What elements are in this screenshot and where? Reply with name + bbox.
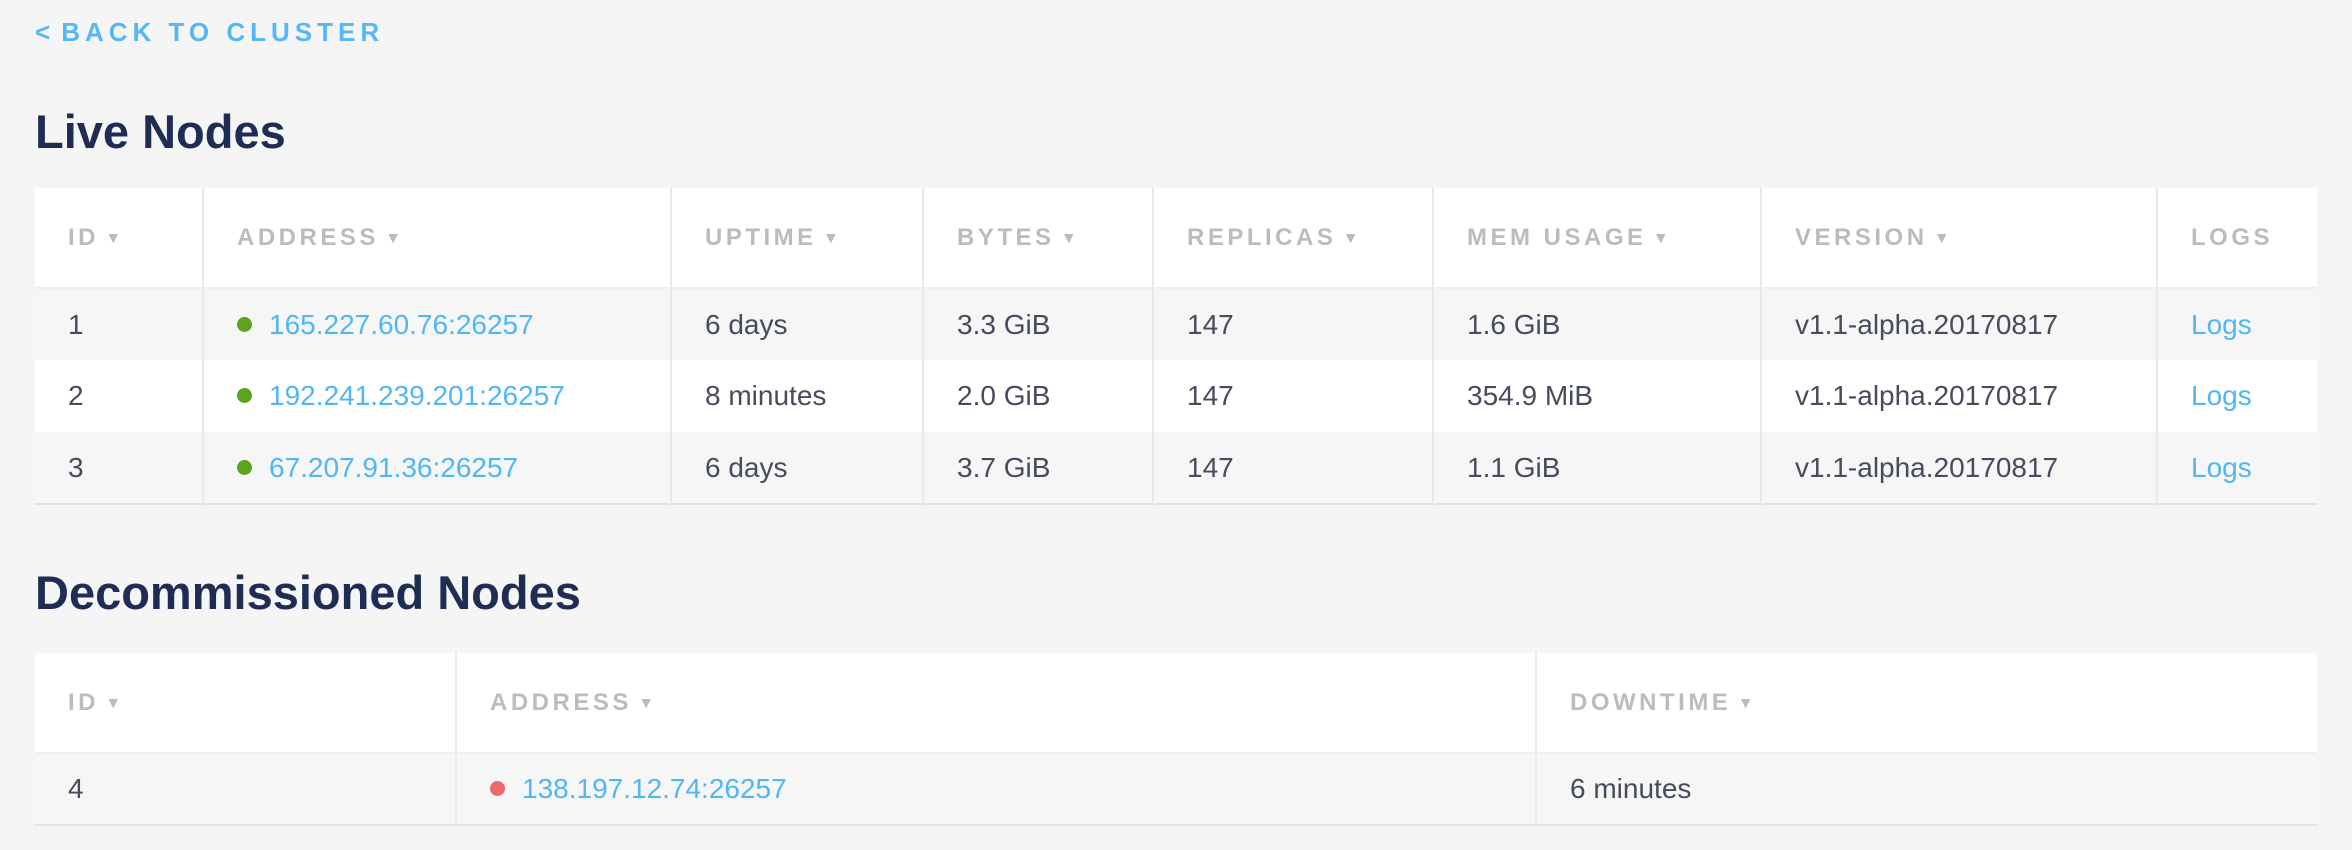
live-nodes-title: Live Nodes: [35, 104, 2317, 160]
decommissioned-nodes-title: Decommissioned Nodes: [35, 565, 2317, 621]
node-address-cell: 165.227.60.76:26257: [203, 288, 671, 360]
node-id-cell: 4: [35, 753, 456, 825]
decommissioned-header-row: ID▾ ADDRESS▾ DOWNTIME▾: [35, 653, 2317, 753]
column-header-bytes[interactable]: BYTES▾: [923, 188, 1153, 288]
sort-arrow-icon: ▾: [1346, 228, 1358, 247]
sort-arrow-icon: ▾: [642, 693, 654, 712]
node-bytes-cell: 3.7 GiB: [923, 432, 1153, 504]
node-address-cell: 138.197.12.74:26257: [456, 753, 1536, 825]
column-header-id[interactable]: ID▾: [35, 653, 456, 753]
node-address-link[interactable]: 67.207.91.36:26257: [269, 452, 518, 483]
node-version-cell: v1.1-alpha.20170817: [1761, 288, 2157, 360]
node-logs-cell: Logs: [2157, 432, 2317, 504]
column-header-id[interactable]: ID▾: [35, 188, 203, 288]
node-uptime-cell: 6 days: [671, 432, 923, 504]
table-row: 1 165.227.60.76:26257 6 days 3.3 GiB 147…: [35, 288, 2317, 360]
node-logs-link[interactable]: Logs: [2191, 309, 2252, 340]
column-header-mem-usage[interactable]: MEM USAGE▾: [1433, 188, 1761, 288]
column-header-version[interactable]: VERSION▾: [1761, 188, 2157, 288]
node-id-cell: 3: [35, 432, 203, 504]
node-version-cell: v1.1-alpha.20170817: [1761, 360, 2157, 432]
node-bytes-cell: 3.3 GiB: [923, 288, 1153, 360]
table-row: 3 67.207.91.36:26257 6 days 3.7 GiB 147 …: [35, 432, 2317, 504]
sort-arrow-icon: ▾: [109, 693, 121, 712]
table-row: 4 138.197.12.74:26257 6 minutes: [35, 753, 2317, 825]
node-mem-usage-cell: 354.9 MiB: [1433, 360, 1761, 432]
node-bytes-cell: 2.0 GiB: [923, 360, 1153, 432]
node-address-link[interactable]: 165.227.60.76:26257: [269, 309, 534, 340]
table-row: 2 192.241.239.201:26257 8 minutes 2.0 Gi…: [35, 360, 2317, 432]
column-header-replicas[interactable]: REPLICAS▾: [1153, 188, 1433, 288]
back-arrow-icon: <: [35, 17, 55, 47]
node-address-cell: 67.207.91.36:26257: [203, 432, 671, 504]
node-uptime-cell: 8 minutes: [671, 360, 923, 432]
sort-arrow-icon: ▾: [1065, 228, 1077, 247]
node-list-page: <BACK TO CLUSTER Live Nodes ID▾ ADDRESS▾…: [0, 0, 2352, 826]
sort-arrow-icon: ▾: [827, 228, 839, 247]
live-nodes-header-row: ID▾ ADDRESS▾ UPTIME▾ BYTES▾ REPLICAS▾ ME…: [35, 188, 2317, 288]
node-healthy-status-icon: [237, 317, 252, 332]
node-version-cell: v1.1-alpha.20170817: [1761, 432, 2157, 504]
sort-arrow-icon: ▾: [389, 228, 401, 247]
node-logs-link[interactable]: Logs: [2191, 380, 2252, 411]
sort-arrow-icon: ▾: [1741, 693, 1753, 712]
node-downtime-cell: 6 minutes: [1536, 753, 2317, 825]
node-uptime-cell: 6 days: [671, 288, 923, 360]
sort-arrow-icon: ▾: [1657, 228, 1669, 247]
node-address-cell: 192.241.239.201:26257: [203, 360, 671, 432]
column-header-downtime[interactable]: DOWNTIME▾: [1536, 653, 2317, 753]
sort-arrow-icon: ▾: [1938, 228, 1950, 247]
node-address-link[interactable]: 138.197.12.74:26257: [522, 773, 787, 804]
node-replicas-cell: 147: [1153, 360, 1433, 432]
column-header-uptime[interactable]: UPTIME▾: [671, 188, 923, 288]
node-id-cell: 1: [35, 288, 203, 360]
column-header-address[interactable]: ADDRESS▾: [203, 188, 671, 288]
node-mem-usage-cell: 1.1 GiB: [1433, 432, 1761, 504]
sort-arrow-icon: ▾: [109, 228, 121, 247]
node-logs-link[interactable]: Logs: [2191, 452, 2252, 483]
node-decommissioned-status-icon: [490, 781, 505, 796]
node-replicas-cell: 147: [1153, 432, 1433, 504]
back-to-cluster-link[interactable]: <BACK TO CLUSTER: [35, 14, 384, 50]
node-healthy-status-icon: [237, 388, 252, 403]
node-logs-cell: Logs: [2157, 288, 2317, 360]
node-mem-usage-cell: 1.6 GiB: [1433, 288, 1761, 360]
node-address-link[interactable]: 192.241.239.201:26257: [269, 380, 565, 411]
node-logs-cell: Logs: [2157, 360, 2317, 432]
column-header-logs: LOGS: [2157, 188, 2317, 288]
node-healthy-status-icon: [237, 460, 252, 475]
node-replicas-cell: 147: [1153, 288, 1433, 360]
column-header-address[interactable]: ADDRESS▾: [456, 653, 1536, 753]
decommissioned-nodes-table: ID▾ ADDRESS▾ DOWNTIME▾ 4 138.197.12.74:2…: [35, 653, 2317, 826]
live-nodes-table: ID▾ ADDRESS▾ UPTIME▾ BYTES▾ REPLICAS▾ ME…: [35, 188, 2317, 505]
node-id-cell: 2: [35, 360, 203, 432]
back-to-cluster-label: BACK TO CLUSTER: [61, 17, 384, 47]
